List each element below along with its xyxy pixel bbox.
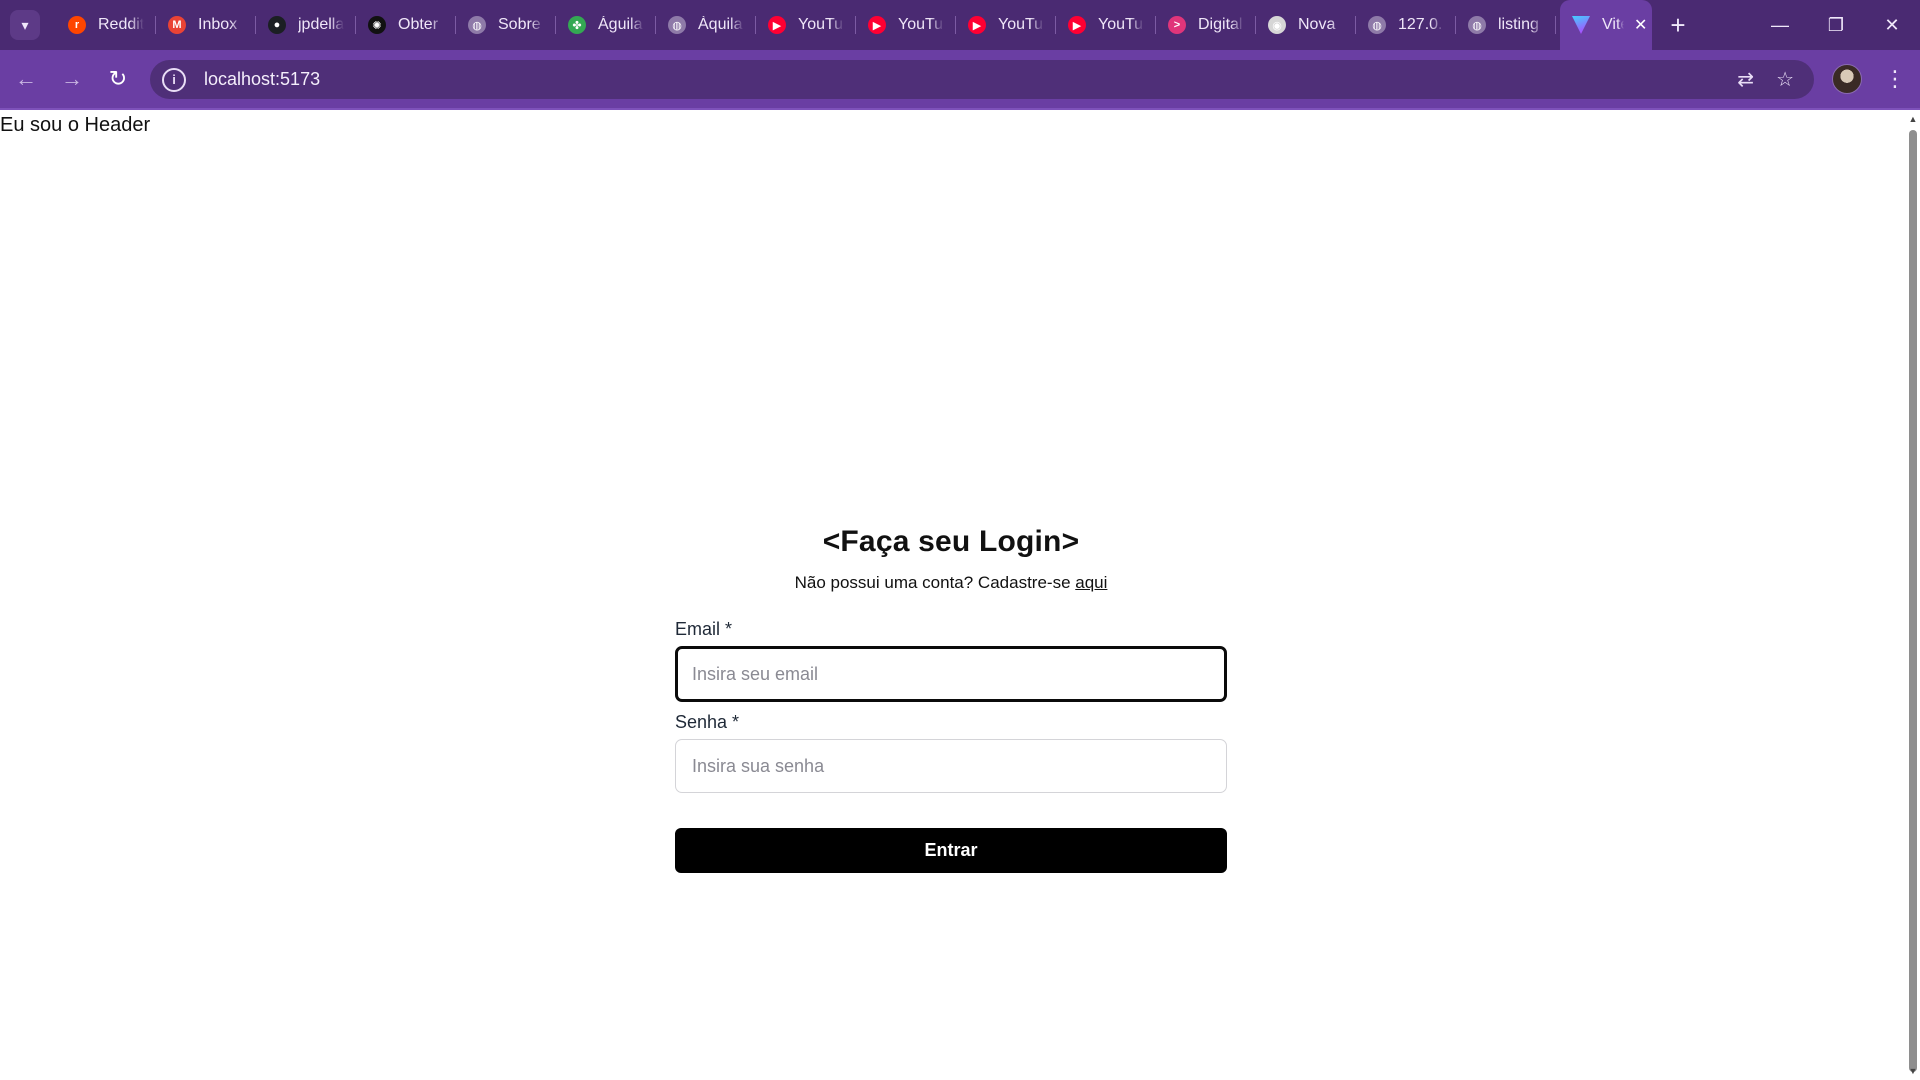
back-button[interactable]: ←	[6, 59, 46, 99]
chrome-icon: ◉	[1268, 16, 1286, 34]
github-icon: ●	[268, 16, 286, 34]
vite-icon	[1572, 16, 1590, 34]
tab-label: jpdella	[298, 16, 344, 33]
password-field[interactable]	[675, 739, 1227, 793]
login-button[interactable]: Entrar	[675, 828, 1227, 873]
chevron-down-icon: ▾	[21, 16, 29, 33]
tab-label: Obter	[398, 16, 439, 33]
reddit-icon: r	[68, 16, 86, 34]
tab[interactable]: ✤ Águila	[556, 0, 656, 50]
browser-menu-icon[interactable]: ⋮	[1880, 62, 1910, 96]
tab[interactable]: ◍ listing	[1456, 0, 1556, 50]
tab-label: YouTube	[998, 16, 1044, 33]
globe-icon: ◍	[1368, 16, 1386, 34]
email-label: Email *	[675, 619, 733, 639]
globe-icon: ◍	[668, 16, 686, 34]
email-field[interactable]	[675, 646, 1227, 702]
youtube-music-icon: ▶	[768, 16, 786, 34]
new-tab-button[interactable]: +	[1660, 7, 1696, 43]
login-form: <Faça seu Login> Não possui uma conta? C…	[675, 525, 1227, 873]
tab[interactable]: ◍ Àquila	[656, 0, 756, 50]
window-controls: — ❐ ✕	[1752, 0, 1920, 50]
tab[interactable]: ◍ 127.0.	[1356, 0, 1456, 50]
openai-icon: ✺	[368, 16, 386, 34]
tab-list: r Reddit M Inbox ● jpdella ✺ Obter ◍ Sobre ✤ Águila…	[56, 0, 1556, 50]
tab[interactable]: ▶ YouTube	[1056, 0, 1156, 50]
bookmark-star-icon[interactable]: ☆	[1776, 67, 1794, 92]
tab-label: YouTube	[798, 16, 844, 33]
youtube-icon: ▶	[868, 16, 886, 34]
tab-search-button[interactable]: ▾	[10, 10, 40, 40]
minimize-button[interactable]: —	[1752, 0, 1808, 50]
scroll-up-arrow-icon[interactable]: ▲	[1908, 114, 1918, 124]
browser-toolbar: ← → ↻ i localhost:5173 ⇄ ☆ ⋮	[0, 50, 1920, 108]
signup-prompt: Não possui uma conta? Cadastre-se aqui	[675, 573, 1227, 593]
translate-icon[interactable]: ⇄	[1737, 67, 1754, 92]
tab-label: listing	[1498, 16, 1539, 33]
tab[interactable]: M Inbox	[156, 0, 256, 50]
tab-label: Àquila	[698, 16, 743, 33]
signup-link[interactable]: aqui	[1075, 573, 1107, 592]
tab-strip: ▾ r Reddit M Inbox ● jpdella ✺ Obter ◍ Sobre ✤ Águi…	[0, 0, 1920, 50]
site-info-icon[interactable]: i	[162, 67, 186, 92]
restore-button[interactable]: ❐	[1808, 0, 1864, 50]
tab-label: Digital	[1198, 16, 1243, 33]
tab[interactable]: ◉ Nova	[1256, 0, 1356, 50]
tab-label: Inbox	[198, 16, 238, 33]
page-header: Eu sou o Header	[0, 114, 151, 136]
profile-avatar[interactable]	[1832, 64, 1862, 94]
tab-label: Águila	[598, 16, 643, 33]
scrollbar-thumb[interactable]	[1909, 130, 1917, 1072]
reload-button[interactable]: ↻	[98, 59, 138, 99]
terminal-icon: >	[1168, 16, 1186, 34]
close-window-button[interactable]: ✕	[1864, 0, 1920, 50]
youtube-music-icon: ▶	[1068, 16, 1086, 34]
tab[interactable]: r Reddit	[56, 0, 156, 50]
scroll-down-arrow-icon[interactable]: ▼	[1908, 1066, 1918, 1076]
tab[interactable]: ▶ YouTube	[956, 0, 1056, 50]
tab-label: 127.0.	[1398, 16, 1443, 33]
address-bar[interactable]: i localhost:5173 ⇄ ☆	[150, 60, 1814, 99]
pinwheel-icon: ✤	[568, 16, 586, 34]
tab[interactable]: ▶ YouTube	[856, 0, 956, 50]
tab-label: Sobre	[498, 16, 541, 33]
tab[interactable]: > Digital	[1156, 0, 1256, 50]
tab-label: Nova	[1298, 16, 1336, 33]
tab-label: Vite	[1602, 16, 1624, 33]
login-title: <Faça seu Login>	[822, 525, 1080, 558]
youtube-icon: ▶	[968, 16, 986, 34]
gmail-icon: M	[168, 16, 186, 34]
tab-label: YouTube	[1098, 16, 1144, 33]
forward-button[interactable]: →	[52, 59, 92, 99]
tab[interactable]: ▶ YouTube	[756, 0, 856, 50]
globe-icon: ◍	[468, 16, 486, 34]
tab[interactable]: ● jpdella	[256, 0, 356, 50]
tab-label: YouTube	[898, 16, 944, 33]
signup-prompt-text: Não possui uma conta? Cadastre-se	[794, 573, 1071, 592]
close-tab-icon[interactable]: ✕	[1634, 15, 1647, 35]
tab[interactable]: ✺ Obter	[356, 0, 456, 50]
address-bar-actions: ⇄ ☆	[1737, 60, 1794, 99]
globe-icon: ◍	[1468, 16, 1486, 34]
page-viewport: Eu sou o Header <Faça seu Login> Não pos…	[0, 110, 1906, 1080]
tab-active[interactable]: Vite ✕	[1560, 0, 1652, 50]
tab[interactable]: ◍ Sobre	[456, 0, 556, 50]
url-text[interactable]: localhost:5173	[204, 69, 320, 90]
page-scrollbar[interactable]: ▲ ▼	[1906, 110, 1920, 1080]
tab-label: Reddit	[98, 16, 144, 33]
password-label: Senha *	[675, 712, 740, 732]
